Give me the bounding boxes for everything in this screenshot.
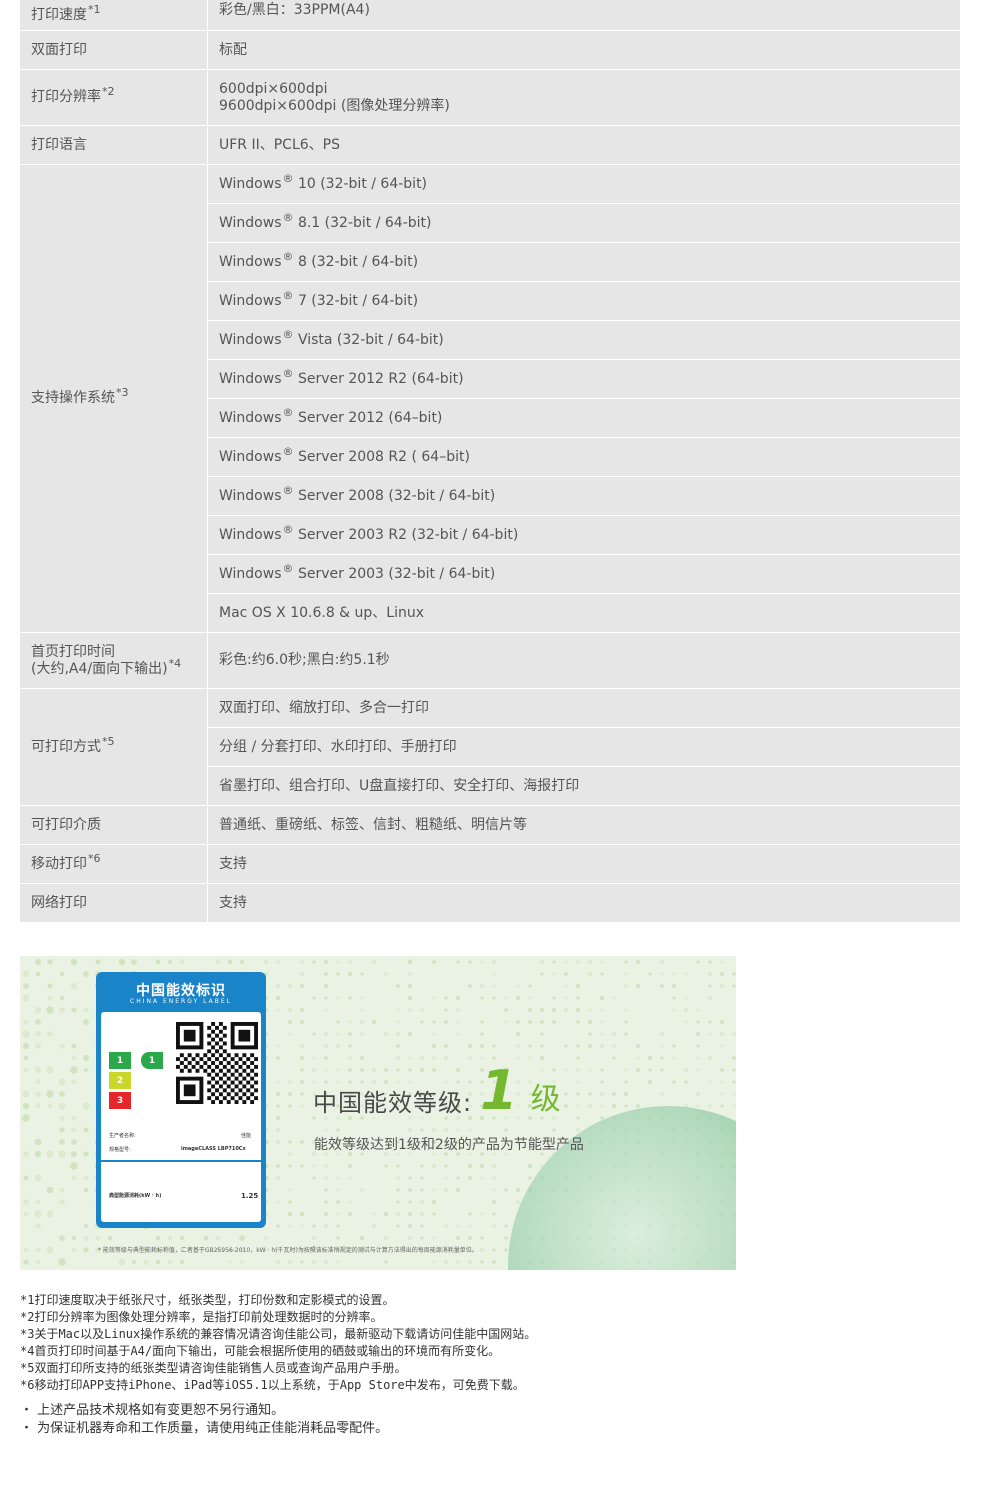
footnote: *5双面打印所支持的纸张类型请咨询佳能销售人员或查询产品用户手册。 (20, 1361, 407, 1375)
footnote: *3关于Mac以及Linux操作系统的兼容情况请咨询佳能公司，最新驱动下载请访问… (20, 1327, 537, 1341)
spec-row-modes: 可打印方式 *5 双面打印、缩放打印、多合一打印 分组 / 分套打印、水印打印、手册… (20, 689, 960, 806)
spec-value: 600dpi×600dpi 9600dpi×600dpi (图像处理分辨率) (208, 70, 960, 126)
os-item: Windows ® 8 (32-bit / 64-bit) (208, 243, 960, 282)
energy-grade-title: 中国能效等级: 1 级 (313, 1059, 562, 1122)
spec-label: 首页打印时间 (大约,A4/面向下输出)*4 (20, 633, 208, 689)
energy-label-subtitle: CHINA ENERGY LABEL (130, 998, 232, 1005)
grade-bar-3: 3 (109, 1092, 131, 1109)
mode-item: 分组 / 分套打印、水印打印、手册打印 (208, 728, 960, 767)
os-item: Windows ® Server 2008 (32-bit / 64-bit) (208, 477, 960, 516)
os-list: Windows ® 10 (32-bit / 64-bit) Windows ® 8.… (208, 165, 960, 633)
spec-value: 普通纸、重磅纸、标签、信封、粗糙纸、明信片等 (208, 806, 960, 845)
energy-label-title: 中国能效标识 (136, 983, 226, 999)
spec-label: 打印语言 (20, 126, 208, 165)
os-item: Windows ® Server 2003 (32-bit / 64-bit) (208, 555, 960, 594)
footnote-ref: *2 (102, 85, 115, 98)
tec-label: 典型能源消耗(kW · h) (109, 1193, 162, 1199)
spec-value: UFR II、PCL6、PS (208, 126, 960, 165)
model-label: 规格型号: (109, 1147, 131, 1153)
os-item: Windows ® 8.1 (32-bit / 64-bit) (208, 204, 960, 243)
standard: 依据国家标准: GB 21521-2014 (144, 1213, 218, 1219)
spec-value: 彩色:约6.0秒;黑白:约5.1秒 (208, 633, 960, 689)
footnotes: *1打印速度取决于纸张尺寸，纸张类型，打印份数和定影模式的设置。 *2打印分辨率为… (20, 1292, 536, 1394)
spec-row-network: 网络打印 支持 (20, 884, 960, 923)
spec-label: 打印分辨率 *2 (20, 70, 208, 126)
spec-row-media: 可打印介质 普通纸、重磅纸、标签、信封、粗糙纸、明信片等 (20, 806, 960, 845)
os-item-mac: Mac OS X 10.6.8 & up、Linux (208, 594, 960, 633)
os-item: Windows ® 7 (32-bit / 64-bit) (208, 282, 960, 321)
spec-row-speed: 打印速度 *1 彩色/黑白：33PPM(A4) (20, 0, 960, 31)
footnote: *4首页打印时间基于A4/面向下输出，可能会根据所使用的硒鼓或输出的环境而有所变… (20, 1344, 501, 1358)
energy-grade-unit: 级 (530, 1082, 562, 1117)
footnote-ref: *6 (88, 851, 101, 865)
grade-bar-2: 2 (109, 1072, 131, 1089)
spec-row-first-print: 首页打印时间 (大约,A4/面向下输出)*4 彩色:约6.0秒;黑白:约5.1秒 (20, 633, 960, 689)
mode-item: 双面打印、缩放打印、多合一打印 (208, 689, 960, 728)
energy-label: 中国能效标识 CHINA ENERGY LABEL 1 2 3 1 生产者名称:… (96, 972, 266, 1228)
spec-value: 彩色/黑白：33PPM(A4) (208, 0, 960, 31)
maker-label: 生产者名称: (109, 1133, 136, 1139)
energy-banner: 中国能效标识 CHINA ENERGY LABEL 1 2 3 1 生产者名称:… (20, 956, 736, 1270)
energy-note: * 能效等级与典型能耗标称值，二者基于GB25956-2010，kW · h(千… (98, 1247, 478, 1254)
notice: ・ 为保证机器寿命和工作质量，请使用纯正佳能消耗品零配件。 (20, 1421, 389, 1436)
spec-row-duplex: 双面打印 标配 (20, 31, 960, 70)
footnote-ref: *5 (102, 734, 115, 748)
spec-label: 支持操作系统 *3 (20, 165, 208, 633)
grade-bar-1: 1 (109, 1052, 131, 1069)
spec-row-os: 支持操作系统 *3 Windows ® 10 (32-bit / 64-bit) Wi… (20, 165, 960, 633)
spec-label: 移动打印 *6 (20, 845, 208, 884)
tec-value: 1.25 (241, 1192, 259, 1200)
spec-label: 可打印介质 (20, 806, 208, 845)
grade-marker: 1 (141, 1052, 163, 1069)
spec-table: 打印速度 *1 彩色/黑白：33PPM(A4) 双面打印 标配 打印分辨率 *2 6… (20, 0, 960, 923)
spec-row-resolution: 打印分辨率 *2 600dpi×600dpi 9600dpi×600dpi (图像… (20, 70, 960, 126)
spec-label: 双面打印 (20, 31, 208, 70)
mode-list: 双面打印、缩放打印、多合一打印 分组 / 分套打印、水印打印、手册打印 省墨打印、组… (208, 689, 960, 806)
spec-label: 打印速度 *1 (20, 0, 208, 31)
footnote: *6移动打印APP支持iPhone、iPad等iOS5.1以上系统，于App S… (20, 1378, 525, 1392)
spec-value: 支持 (208, 845, 960, 884)
os-item: Windows ® Vista (32-bit / 64-bit) (208, 321, 960, 360)
qr-code (176, 1022, 258, 1104)
notice: ・ 上述产品技术规格如有变更恕不另行通知。 (20, 1403, 285, 1418)
notices: ・ 上述产品技术规格如有变更恕不另行通知。・ 为保证机器寿命和工作质量，请使用纯… (20, 1402, 388, 1438)
footnote-ref: *1 (88, 2, 101, 16)
resolution-line: 600dpi×600dpi (219, 80, 328, 97)
footnote: *1打印速度取决于纸张尺寸，纸张类型，打印份数和定影模式的设置。 (20, 1293, 395, 1307)
os-item: Windows ® 10 (32-bit / 64-bit) (208, 165, 960, 204)
os-item: Windows ® Server 2012 (64–bit) (208, 399, 960, 438)
os-item: Windows ® Server 2003 R2 (32-bit / 64-bit… (208, 516, 960, 555)
footnote-ref: *3 (116, 386, 129, 399)
model: imageCLASS LBP710Cx (181, 1146, 246, 1152)
spec-value: 支持 (208, 884, 960, 923)
footnote: *2打印分辨率为图像处理分辨率，是指打印前处理数据时的分辨率。 (20, 1310, 383, 1324)
mode-item: 省墨打印、组合打印、U盘直接打印、安全打印、海报打印 (208, 767, 960, 806)
spec-label: 可打印方式 *5 (20, 689, 208, 806)
energy-grade: 1 (480, 1059, 519, 1122)
os-item: Windows ® Server 2008 R2 ( 64–bit) (208, 438, 960, 477)
energy-subtitle: 能效等级达到1级和2级的产品为节能型产品 (314, 1137, 584, 1153)
footnote-ref: *4 (168, 656, 182, 670)
maker: 佳能 (241, 1133, 252, 1139)
resolution-line: 9600dpi×600dpi (图像处理分辨率) (219, 97, 450, 114)
spec-label: 网络打印 (20, 884, 208, 923)
spec-row-language: 打印语言 UFR II、PCL6、PS (20, 126, 960, 165)
os-item: Windows ® Server 2012 R2 (64-bit) (208, 360, 960, 399)
divider (101, 1160, 261, 1162)
spec-value: 标配 (208, 31, 960, 70)
energy-label-body: 1 2 3 1 生产者名称: 佳能 规格型号: imageCLASS LBP71… (101, 1012, 261, 1222)
spec-row-mobile: 移动打印 *6 支持 (20, 845, 960, 884)
